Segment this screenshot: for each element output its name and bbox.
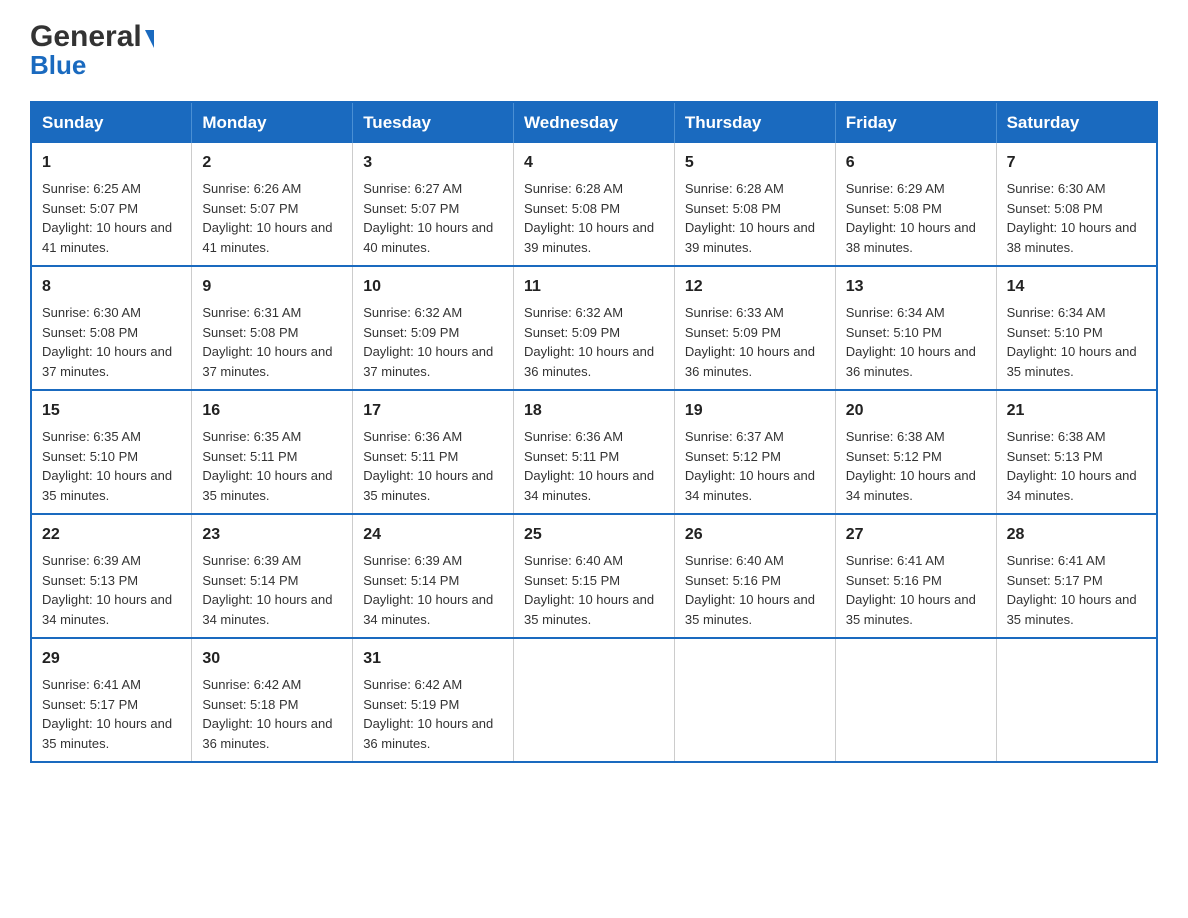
logo-triangle-icon (145, 30, 154, 48)
day-number: 22 (42, 523, 181, 547)
day-number: 13 (846, 275, 986, 299)
day-of-week-friday: Friday (835, 102, 996, 143)
day-number: 3 (363, 151, 503, 175)
day-number: 18 (524, 399, 664, 423)
day-number: 24 (363, 523, 503, 547)
calendar-cell: 30Sunrise: 6:42 AMSunset: 5:18 PMDayligh… (192, 638, 353, 762)
day-number: 31 (363, 647, 503, 671)
calendar-cell: 2Sunrise: 6:26 AMSunset: 5:07 PMDaylight… (192, 143, 353, 266)
day-number: 1 (42, 151, 181, 175)
logo-general: General (30, 20, 142, 54)
calendar-week-row: 15Sunrise: 6:35 AMSunset: 5:10 PMDayligh… (31, 390, 1157, 514)
calendar-cell: 19Sunrise: 6:37 AMSunset: 5:12 PMDayligh… (674, 390, 835, 514)
calendar-cell: 6Sunrise: 6:29 AMSunset: 5:08 PMDaylight… (835, 143, 996, 266)
day-number: 19 (685, 399, 825, 423)
calendar-week-row: 29Sunrise: 6:41 AMSunset: 5:17 PMDayligh… (31, 638, 1157, 762)
calendar-cell (996, 638, 1157, 762)
calendar-cell: 16Sunrise: 6:35 AMSunset: 5:11 PMDayligh… (192, 390, 353, 514)
calendar-cell (514, 638, 675, 762)
calendar-cell: 13Sunrise: 6:34 AMSunset: 5:10 PMDayligh… (835, 266, 996, 390)
calendar-cell: 20Sunrise: 6:38 AMSunset: 5:12 PMDayligh… (835, 390, 996, 514)
day-number: 6 (846, 151, 986, 175)
day-number: 12 (685, 275, 825, 299)
calendar-cell: 31Sunrise: 6:42 AMSunset: 5:19 PMDayligh… (353, 638, 514, 762)
day-number: 9 (202, 275, 342, 299)
calendar-cell: 27Sunrise: 6:41 AMSunset: 5:16 PMDayligh… (835, 514, 996, 638)
calendar-cell: 1Sunrise: 6:25 AMSunset: 5:07 PMDaylight… (31, 143, 192, 266)
day-number: 5 (685, 151, 825, 175)
calendar-week-row: 22Sunrise: 6:39 AMSunset: 5:13 PMDayligh… (31, 514, 1157, 638)
calendar-cell: 8Sunrise: 6:30 AMSunset: 5:08 PMDaylight… (31, 266, 192, 390)
calendar-cell: 24Sunrise: 6:39 AMSunset: 5:14 PMDayligh… (353, 514, 514, 638)
calendar-cell: 15Sunrise: 6:35 AMSunset: 5:10 PMDayligh… (31, 390, 192, 514)
day-number: 26 (685, 523, 825, 547)
calendar-cell: 23Sunrise: 6:39 AMSunset: 5:14 PMDayligh… (192, 514, 353, 638)
day-number: 15 (42, 399, 181, 423)
calendar-week-row: 1Sunrise: 6:25 AMSunset: 5:07 PMDaylight… (31, 143, 1157, 266)
day-number: 2 (202, 151, 342, 175)
day-number: 7 (1007, 151, 1146, 175)
day-number: 21 (1007, 399, 1146, 423)
day-number: 28 (1007, 523, 1146, 547)
calendar-cell: 25Sunrise: 6:40 AMSunset: 5:15 PMDayligh… (514, 514, 675, 638)
calendar-cell: 18Sunrise: 6:36 AMSunset: 5:11 PMDayligh… (514, 390, 675, 514)
day-number: 16 (202, 399, 342, 423)
logo: General Blue (30, 20, 154, 81)
calendar-header-row: SundayMondayTuesdayWednesdayThursdayFrid… (31, 102, 1157, 143)
calendar-cell: 11Sunrise: 6:32 AMSunset: 5:09 PMDayligh… (514, 266, 675, 390)
day-number: 30 (202, 647, 342, 671)
day-number: 25 (524, 523, 664, 547)
calendar-cell: 5Sunrise: 6:28 AMSunset: 5:08 PMDaylight… (674, 143, 835, 266)
calendar-cell: 10Sunrise: 6:32 AMSunset: 5:09 PMDayligh… (353, 266, 514, 390)
calendar-cell: 21Sunrise: 6:38 AMSunset: 5:13 PMDayligh… (996, 390, 1157, 514)
logo-blue: Blue (30, 50, 86, 81)
day-number: 4 (524, 151, 664, 175)
day-of-week-monday: Monday (192, 102, 353, 143)
calendar-cell: 14Sunrise: 6:34 AMSunset: 5:10 PMDayligh… (996, 266, 1157, 390)
day-number: 20 (846, 399, 986, 423)
day-of-week-thursday: Thursday (674, 102, 835, 143)
calendar-cell: 29Sunrise: 6:41 AMSunset: 5:17 PMDayligh… (31, 638, 192, 762)
calendar-cell (835, 638, 996, 762)
day-of-week-tuesday: Tuesday (353, 102, 514, 143)
day-number: 29 (42, 647, 181, 671)
calendar-table: SundayMondayTuesdayWednesdayThursdayFrid… (30, 101, 1158, 763)
page-header: General Blue (30, 20, 1158, 81)
calendar-cell: 12Sunrise: 6:33 AMSunset: 5:09 PMDayligh… (674, 266, 835, 390)
calendar-cell: 28Sunrise: 6:41 AMSunset: 5:17 PMDayligh… (996, 514, 1157, 638)
calendar-cell: 7Sunrise: 6:30 AMSunset: 5:08 PMDaylight… (996, 143, 1157, 266)
day-number: 10 (363, 275, 503, 299)
calendar-cell (674, 638, 835, 762)
day-of-week-sunday: Sunday (31, 102, 192, 143)
day-number: 14 (1007, 275, 1146, 299)
day-number: 27 (846, 523, 986, 547)
day-of-week-saturday: Saturday (996, 102, 1157, 143)
day-number: 23 (202, 523, 342, 547)
day-number: 17 (363, 399, 503, 423)
day-number: 8 (42, 275, 181, 299)
calendar-cell: 3Sunrise: 6:27 AMSunset: 5:07 PMDaylight… (353, 143, 514, 266)
calendar-week-row: 8Sunrise: 6:30 AMSunset: 5:08 PMDaylight… (31, 266, 1157, 390)
calendar-cell: 26Sunrise: 6:40 AMSunset: 5:16 PMDayligh… (674, 514, 835, 638)
day-number: 11 (524, 275, 664, 299)
calendar-cell: 17Sunrise: 6:36 AMSunset: 5:11 PMDayligh… (353, 390, 514, 514)
calendar-cell: 22Sunrise: 6:39 AMSunset: 5:13 PMDayligh… (31, 514, 192, 638)
day-of-week-wednesday: Wednesday (514, 102, 675, 143)
calendar-cell: 9Sunrise: 6:31 AMSunset: 5:08 PMDaylight… (192, 266, 353, 390)
calendar-cell: 4Sunrise: 6:28 AMSunset: 5:08 PMDaylight… (514, 143, 675, 266)
